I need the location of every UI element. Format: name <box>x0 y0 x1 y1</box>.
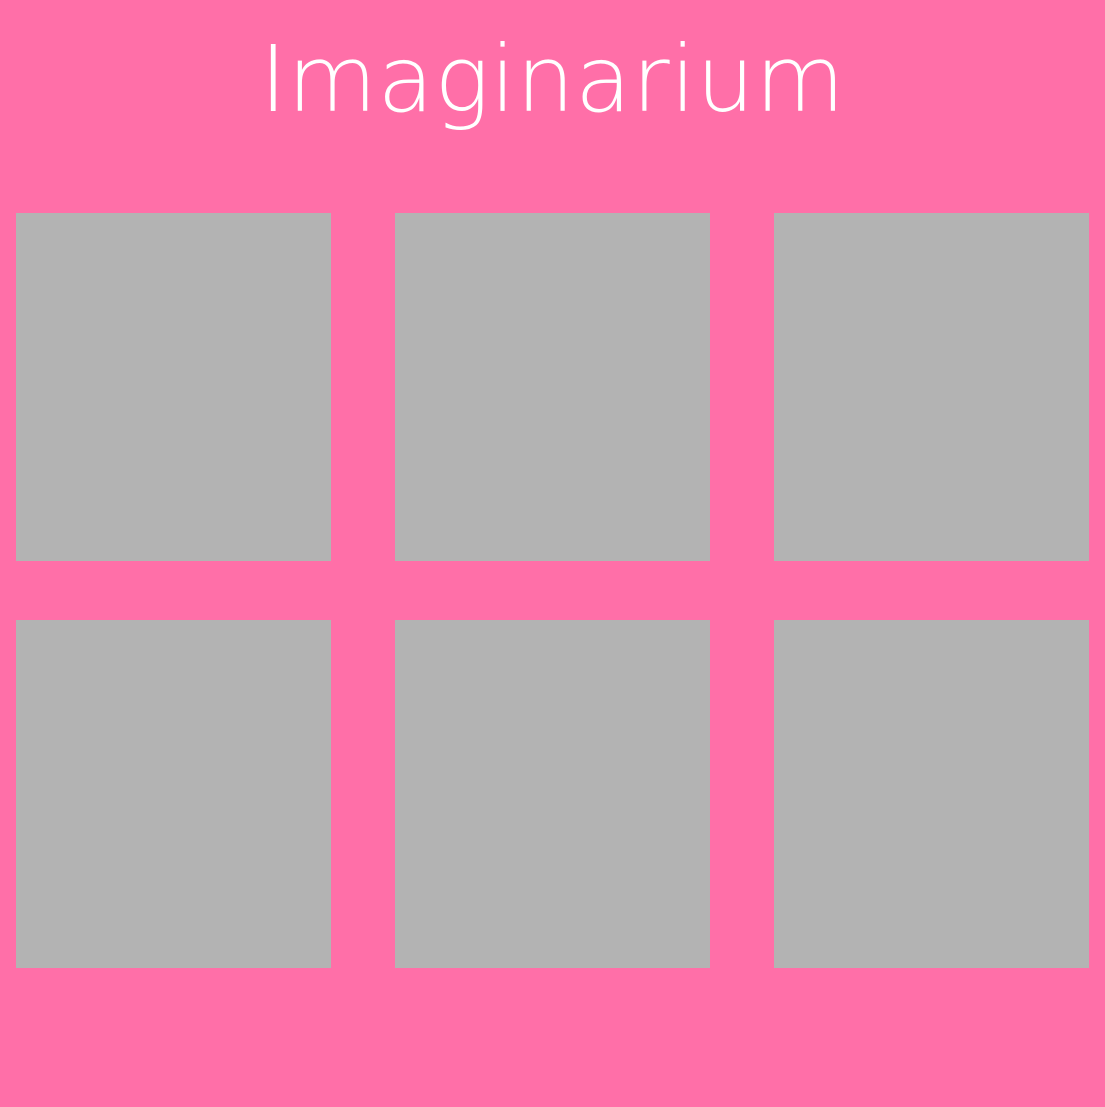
app-title: Imaginarium <box>259 26 846 133</box>
grid-tile-4[interactable] <box>16 620 331 968</box>
app-screen: Imaginarium <box>0 0 1105 1107</box>
grid-tile-5[interactable] <box>395 620 710 968</box>
grid-tile-6[interactable] <box>774 620 1089 968</box>
grid-tile-1[interactable] <box>16 213 331 561</box>
grid-tile-2[interactable] <box>395 213 710 561</box>
grid-tile-3[interactable] <box>774 213 1089 561</box>
